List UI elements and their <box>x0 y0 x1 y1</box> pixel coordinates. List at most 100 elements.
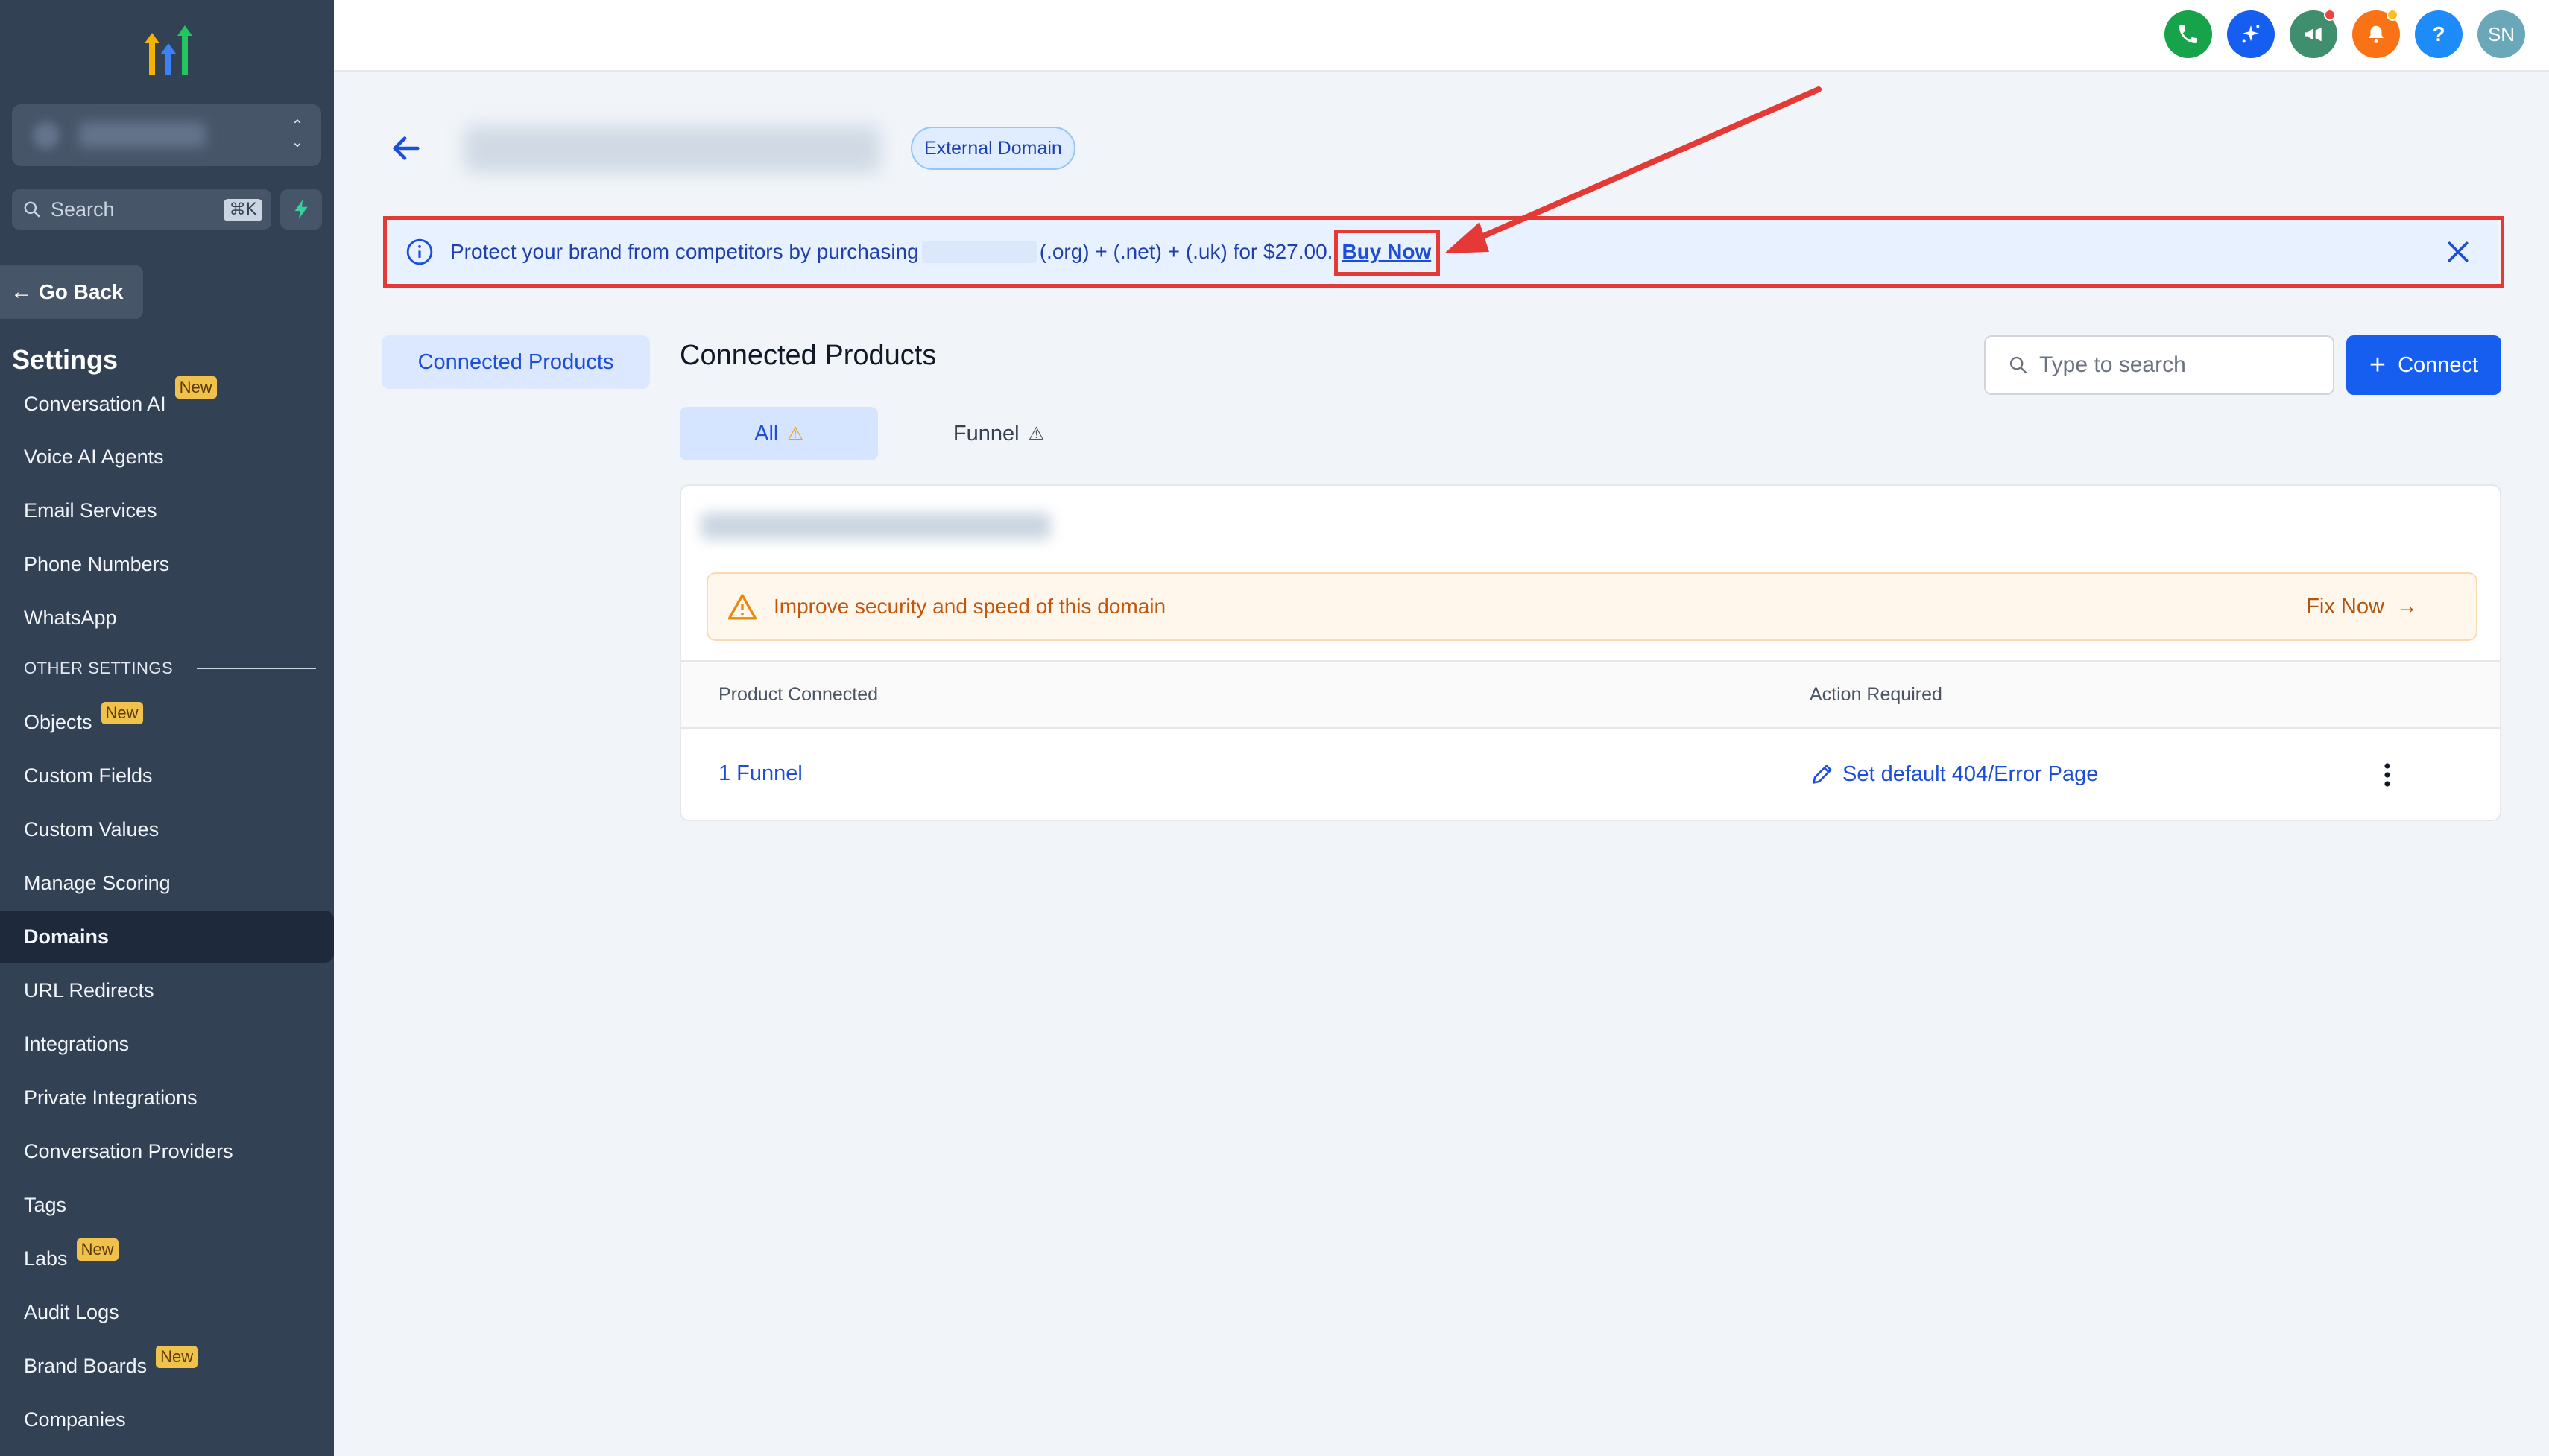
sidebar-item-label: Objects <box>24 710 92 733</box>
sidebar-item-custom-fields[interactable]: Custom Fields <box>0 751 334 800</box>
sidebar-item-label: Companies <box>24 1408 126 1431</box>
phone-button[interactable] <box>2164 10 2212 58</box>
help-button[interactable]: ? <box>2415 10 2463 58</box>
sidebar-item-companies[interactable]: Companies <box>0 1395 334 1444</box>
new-badge: New <box>76 1238 119 1261</box>
account-avatar <box>33 122 60 149</box>
app-logo <box>145 25 192 75</box>
sidebar-item-label: Tags <box>24 1193 67 1216</box>
action-label: Set default 404/Error Page <box>1842 762 2099 786</box>
pencil-icon <box>1813 765 1832 784</box>
more-options-icon[interactable] <box>2384 762 2391 788</box>
notifications-button[interactable] <box>2352 9 2400 58</box>
settings-heading: Settings <box>12 344 119 375</box>
column-header-product: Product Connected <box>718 684 879 705</box>
sidebar-item-url-redirects[interactable]: URL Redirects <box>0 966 334 1015</box>
sidebar-item-label: Custom Fields <box>24 764 153 787</box>
sidebar-search-label: Search <box>51 197 115 221</box>
sidebar: ⌃ ⌄ Search ⌘K ← Go Back Settings Conversa… <box>0 0 334 1456</box>
tab-label: Funnel <box>953 421 1020 446</box>
subdomain-name <box>701 513 1051 539</box>
annotation-highlight-box <box>383 216 2504 288</box>
table-row: 1 Funnel Set default 404/Error Page <box>681 729 2500 820</box>
new-badge: New <box>174 376 217 399</box>
sidebar-item-integrations[interactable]: Integrations <box>0 1019 334 1069</box>
go-back-button[interactable]: ← Go Back <box>0 265 143 319</box>
sidebar-item-voice-ai-agents[interactable]: Voice AI Agents <box>0 432 334 481</box>
sidebar-item-private-integrations[interactable]: Private Integrations <box>0 1073 334 1122</box>
sidebar-item-label: Private Integrations <box>24 1086 198 1109</box>
search-placeholder: Type to search <box>2039 352 2186 377</box>
user-avatar[interactable]: SN <box>2477 10 2525 58</box>
avatar-initials: SN <box>2487 22 2515 45</box>
sidebar-item-email-services[interactable]: Email Services <box>0 486 334 535</box>
sidebar-item-label: WhatsApp <box>24 606 117 629</box>
set-error-page-link[interactable]: Set default 404/Error Page <box>1810 762 2098 787</box>
quick-action-button[interactable] <box>280 189 322 230</box>
sidebar-item-domains[interactable]: Domains <box>0 911 334 963</box>
annotation-buy-now-box <box>1334 230 1440 276</box>
chevron-up-down-icon: ⌃ ⌄ <box>291 118 304 151</box>
sidebar-item-conversation-providers[interactable]: Conversation Providers <box>0 1127 334 1176</box>
arrow-left-icon: ← <box>10 279 33 304</box>
top-bar: ? SN <box>334 0 2549 72</box>
fix-now-button[interactable]: Fix Now → <box>2306 595 2418 619</box>
sidebar-item-whatsapp[interactable]: WhatsApp <box>0 593 334 642</box>
notification-dot <box>2387 9 2398 21</box>
sidebar-item-label: Conversation AI <box>24 392 166 415</box>
domain-card: Improve security and speed of this domai… <box>680 484 2501 821</box>
tab-connected-products[interactable]: Connected Products <box>382 335 650 389</box>
other-settings-label: OTHER SETTINGS <box>24 659 174 677</box>
sidebar-item-conversation-ai[interactable]: Conversation AI New <box>0 376 334 429</box>
sidebar-item-objects[interactable]: Objects New <box>0 697 334 747</box>
tab-funnel[interactable]: Funnel ⚠ <box>924 407 1073 460</box>
announcements-button[interactable] <box>2290 9 2337 58</box>
sidebar-item-label: Email Services <box>24 498 157 522</box>
sidebar-item-brand-boards[interactable]: Brand Boards New <box>0 1341 334 1390</box>
bell-icon <box>2369 25 2384 43</box>
new-badge: New <box>156 1346 198 1368</box>
warning-icon: ⚠ <box>1028 423 1045 444</box>
sidebar-item-labs[interactable]: Labs New <box>0 1234 334 1283</box>
external-domain-badge: External Domain <box>911 127 1075 170</box>
connect-label: Connect <box>2398 352 2479 377</box>
column-header-action: Action Required <box>1810 684 1942 705</box>
sidebar-item-label: Conversation Providers <box>24 1139 233 1162</box>
sidebar-item-manage-scoring[interactable]: Manage Scoring <box>0 858 334 908</box>
sidebar-item-label: Audit Logs <box>24 1300 119 1323</box>
go-back-label: Go Back <box>39 280 124 303</box>
tab-all[interactable]: All ⚠ <box>680 407 878 460</box>
sidebar-item-label: URL Redirects <box>24 978 154 1001</box>
sidebar-item-tags[interactable]: Tags <box>0 1180 334 1229</box>
product-link[interactable]: 1 Funnel <box>718 762 803 786</box>
domain-title <box>464 125 881 173</box>
account-switcher[interactable]: ⌃ ⌄ <box>12 104 321 166</box>
notification-dot <box>2324 9 2336 21</box>
sidebar-item-label: Brand Boards <box>24 1354 148 1377</box>
warning-triangle-icon <box>727 594 757 620</box>
search-icon <box>2009 356 2027 374</box>
warning-icon: ⚠ <box>787 423 803 444</box>
lightning-icon <box>294 200 308 219</box>
tab-label: All <box>754 421 779 446</box>
sidebar-item-label: Phone Numbers <box>24 552 170 575</box>
plus-icon: + <box>2369 349 2387 381</box>
security-alert: Improve security and speed of this domai… <box>707 572 2477 641</box>
divider <box>197 668 317 669</box>
table-header: Product Connected Action Required <box>681 660 2500 729</box>
search-input[interactable]: Type to search <box>1984 335 2334 395</box>
sidebar-item-custom-values[interactable]: Custom Values <box>0 805 334 854</box>
back-arrow-icon[interactable] <box>389 131 423 165</box>
connect-button[interactable]: + Connect <box>2346 335 2501 395</box>
help-icon: ? <box>2432 22 2445 45</box>
sidebar-search[interactable]: Search ⌘K <box>12 189 271 230</box>
sidebar-item-label: Custom Values <box>24 817 159 841</box>
phone-icon <box>2179 25 2197 43</box>
sidebar-item-audit-logs[interactable]: Audit Logs <box>0 1288 334 1337</box>
sidebar-item-label: Integrations <box>24 1032 130 1055</box>
ai-assistant-button[interactable] <box>2227 10 2275 58</box>
sparkle-icon <box>2242 25 2260 43</box>
sidebar-item-phone-numbers[interactable]: Phone Numbers <box>0 539 334 589</box>
fix-now-label: Fix Now <box>2306 595 2384 618</box>
account-name <box>79 122 206 148</box>
